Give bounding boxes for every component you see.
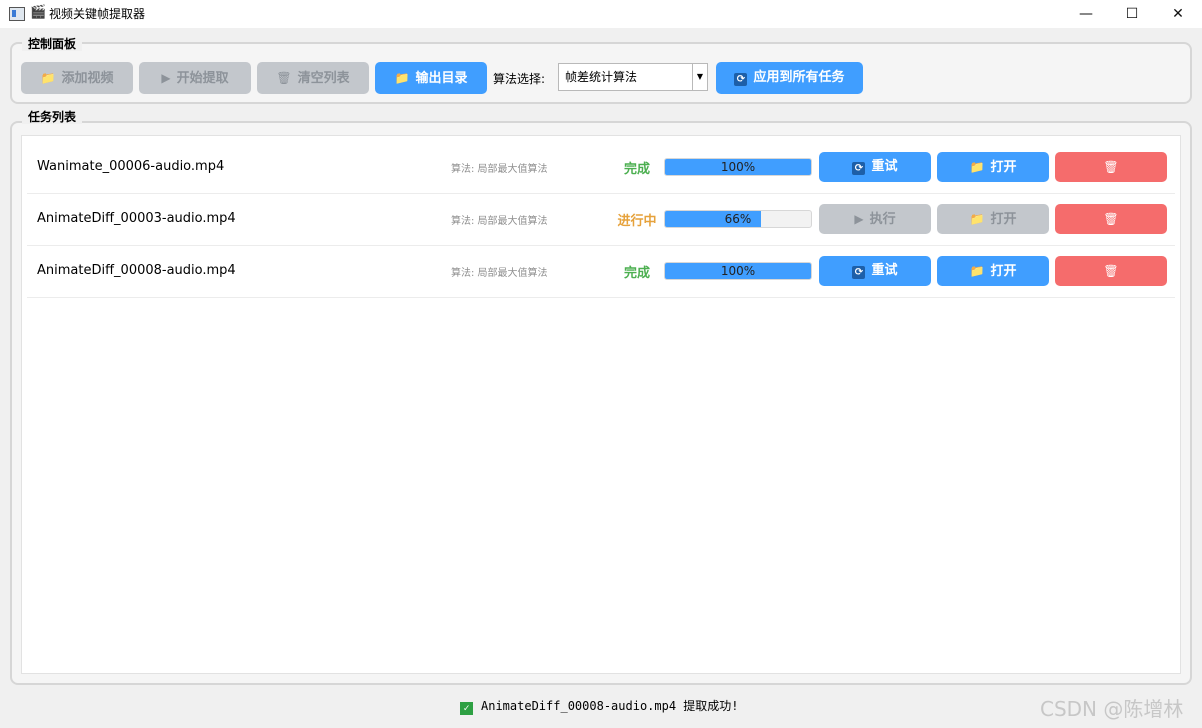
delete-button[interactable]: 🗑	[1055, 204, 1167, 234]
trash-icon: 🗑	[276, 71, 292, 85]
play-icon: ▶	[854, 212, 864, 226]
folder-icon: 📁	[969, 160, 985, 174]
clear-list-button[interactable]: 🗑 清空列表	[257, 62, 369, 94]
delete-button[interactable]: 🗑	[1055, 256, 1167, 286]
refresh-icon: ⟳	[734, 73, 748, 86]
maximize-button[interactable]: ☐	[1109, 0, 1155, 28]
task-list-title: 任务列表	[22, 110, 83, 124]
task-row: AnimateDiff_00003-audio.mp4 算法: 局部最大值算法 …	[27, 193, 1175, 246]
task-row: AnimateDiff_00008-audio.mp4 算法: 局部最大值算法 …	[27, 245, 1175, 298]
close-button[interactable]: ✕	[1155, 0, 1201, 28]
progress-text: 100%	[720, 264, 756, 278]
folder-icon: 📁	[969, 212, 985, 226]
trash-icon: 🗑	[1103, 160, 1119, 174]
open-label: 打开	[990, 160, 1017, 175]
run-button[interactable]: ▶ 执行	[819, 204, 931, 234]
folder-icon: 📁	[394, 71, 410, 85]
folder-icon: 📁	[40, 71, 56, 85]
algorithm-selected-value: 帧差统计算法	[565, 70, 638, 84]
apply-all-button[interactable]: ⟳ 应用到所有任务	[716, 62, 863, 94]
play-icon: ▶	[161, 71, 171, 85]
task-filename: Wanimate_00006-audio.mp4	[37, 159, 225, 174]
control-panel-title: 控制面板	[22, 37, 83, 51]
dropdown-arrow-icon[interactable]: ▼	[692, 64, 707, 90]
output-dir-label: 输出目录	[415, 71, 468, 86]
check-icon: ✓	[460, 702, 473, 715]
title-bar: 🎬 视频关键帧提取器 — ☐ ✕	[0, 0, 1202, 28]
apply-all-label: 应用到所有任务	[753, 70, 845, 85]
progress-bar: 100%	[664, 262, 812, 280]
start-extract-button[interactable]: ▶ 开始提取	[139, 62, 251, 94]
task-algorithm: 算法: 局部最大值算法	[451, 268, 548, 279]
progress-bar: 100%	[664, 158, 812, 176]
delete-button[interactable]: 🗑	[1055, 152, 1167, 182]
trash-icon: 🗑	[1103, 212, 1119, 226]
minimize-button[interactable]: —	[1063, 0, 1109, 28]
progress-bar: 66%	[664, 210, 812, 228]
task-list[interactable]: Wanimate_00006-audio.mp4 算法: 局部最大值算法 完成 …	[21, 135, 1181, 674]
run-label: 执行	[869, 212, 896, 227]
start-extract-label: 开始提取	[176, 71, 229, 86]
task-algorithm: 算法: 局部最大值算法	[451, 216, 548, 227]
task-algorithm: 算法: 局部最大值算法	[451, 164, 548, 175]
status-message: ✓ AnimateDiff_00008-audio.mp4 提取成功!	[460, 697, 739, 715]
open-button[interactable]: 📁 打开	[937, 152, 1049, 182]
add-video-button[interactable]: 📁 添加视频	[21, 62, 133, 94]
task-filename: AnimateDiff_00003-audio.mp4	[37, 211, 236, 226]
refresh-icon: ⟳	[852, 266, 866, 279]
open-label: 打开	[990, 212, 1017, 227]
clapperboard-icon: 🎬	[30, 5, 47, 20]
trash-icon: 🗑	[1103, 264, 1119, 278]
refresh-icon: ⟳	[852, 162, 866, 175]
open-button[interactable]: 📁 打开	[937, 256, 1049, 286]
task-row: Wanimate_00006-audio.mp4 算法: 局部最大值算法 完成 …	[27, 141, 1175, 194]
app-icon	[9, 7, 25, 21]
task-filename: AnimateDiff_00008-audio.mp4	[37, 263, 236, 278]
watermark: CSDN @陈增林	[1040, 697, 1184, 721]
retry-label: 重试	[871, 159, 898, 174]
algorithm-label: 算法选择:	[493, 72, 546, 86]
algorithm-select[interactable]: 帧差统计算法 ▼	[558, 63, 708, 91]
progress-text: 100%	[720, 160, 756, 174]
retry-button[interactable]: ⟳ 重试	[819, 256, 931, 286]
clear-list-label: 清空列表	[297, 71, 350, 86]
add-video-label: 添加视频	[61, 71, 114, 86]
window-title: 视频关键帧提取器	[49, 7, 146, 21]
open-label: 打开	[990, 264, 1017, 279]
folder-icon: 📁	[969, 264, 985, 278]
retry-label: 重试	[871, 263, 898, 278]
open-button[interactable]: 📁 打开	[937, 204, 1049, 234]
output-dir-button[interactable]: 📁 输出目录	[375, 62, 487, 94]
retry-button[interactable]: ⟳ 重试	[819, 152, 931, 182]
progress-text: 66%	[724, 212, 752, 226]
status-message-text: AnimateDiff_00008-audio.mp4 提取成功!	[481, 699, 739, 713]
